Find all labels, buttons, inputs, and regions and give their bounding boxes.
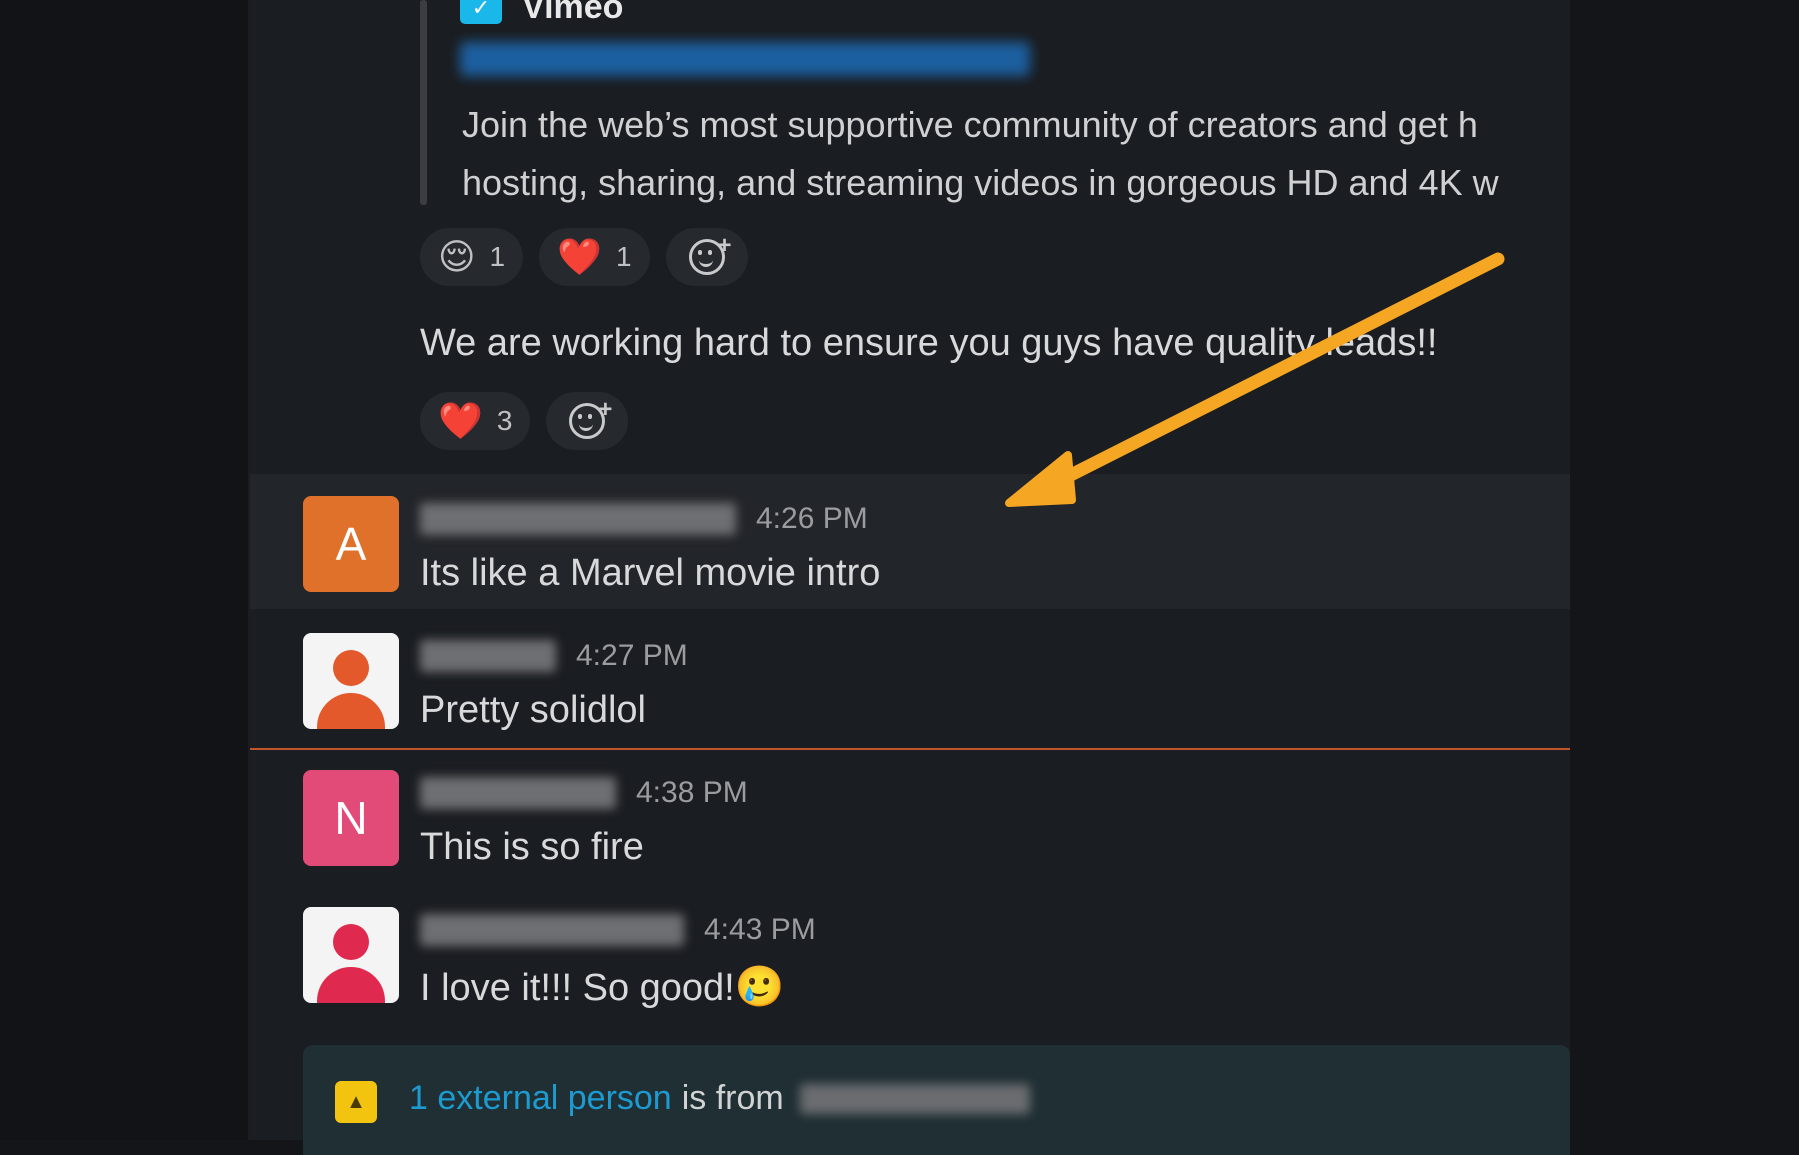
arrow-head bbox=[1005, 451, 1076, 507]
arrow-shaft bbox=[1048, 252, 1505, 490]
annotation-arrow bbox=[1005, 252, 1505, 507]
